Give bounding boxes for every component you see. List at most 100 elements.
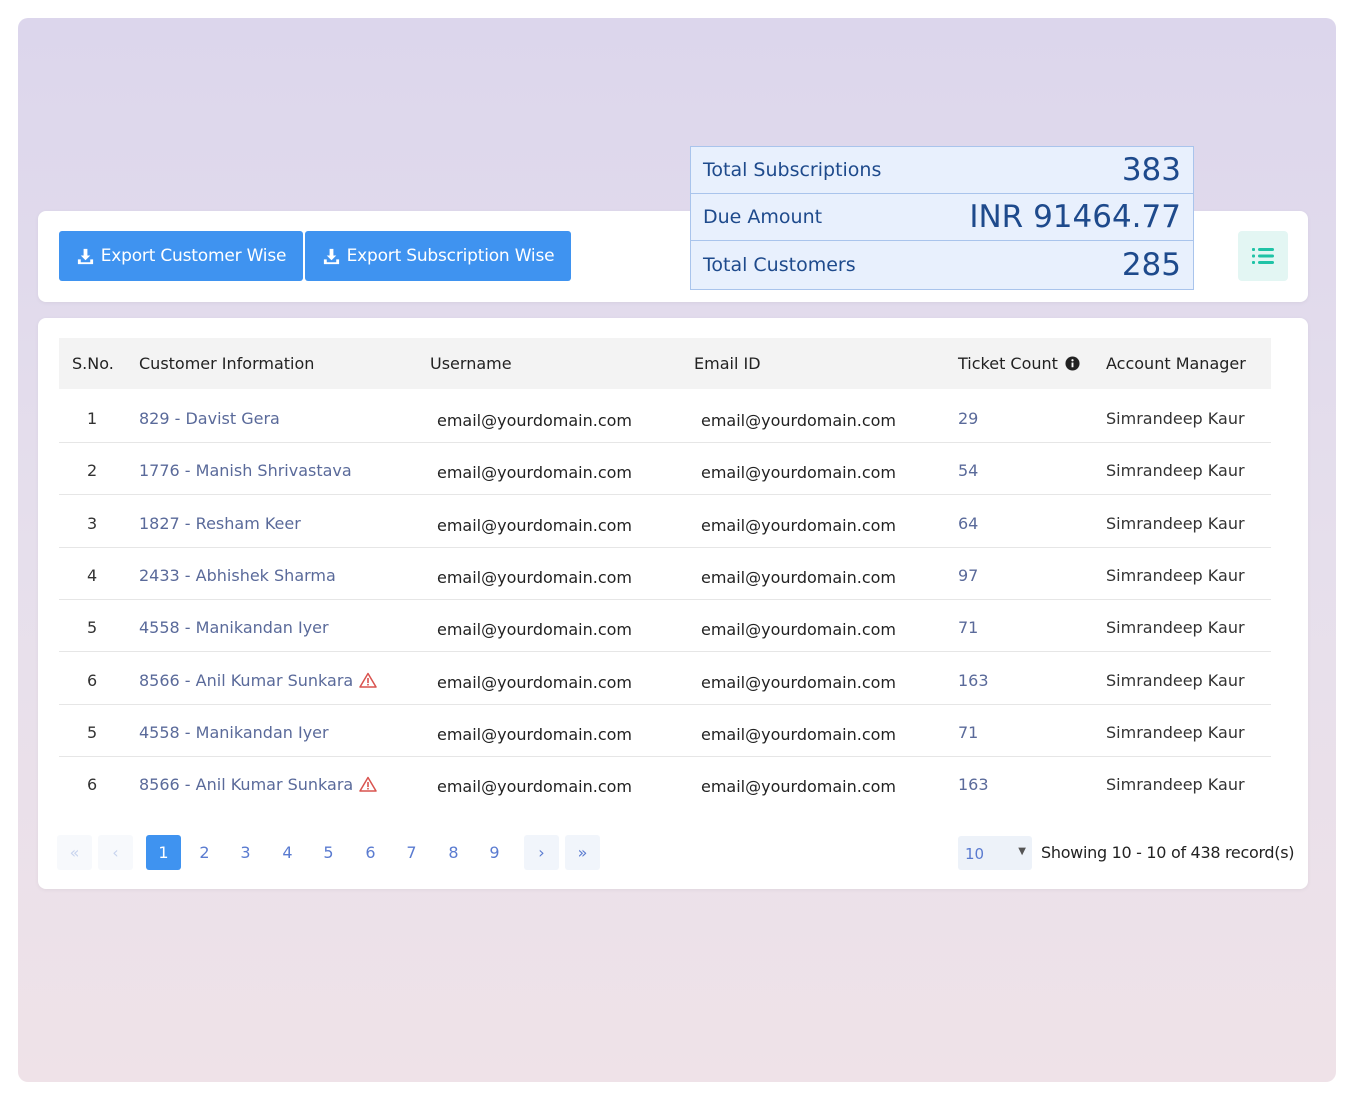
pagination-page[interactable]: 5 <box>311 835 346 870</box>
header-customer-information: Customer Information <box>139 354 315 373</box>
page-size-value: 10 <box>965 845 985 863</box>
username-cell: email@yourdomain.com <box>437 673 632 692</box>
table-row: 6 8566 - Anil Kumar Sunkara email@yourdoma… <box>59 757 1271 809</box>
email-cell: email@yourdomain.com <box>701 463 896 482</box>
pagination-page[interactable]: 3 <box>228 835 263 870</box>
username-cell: email@yourdomain.com <box>437 725 632 744</box>
export-customer-label: Export Customer Wise <box>100 246 287 266</box>
header-ticket-count-label: Ticket Count <box>958 354 1058 373</box>
account-manager-cell: Simrandeep Kaur <box>1106 409 1245 428</box>
header-username: Username <box>430 354 512 373</box>
pagination-page[interactable]: 1 <box>146 835 181 870</box>
export-subscription-wise-button[interactable]: Export Subscription Wise <box>305 231 571 281</box>
account-manager-cell: Simrandeep Kaur <box>1106 566 1245 585</box>
pagination-page[interactable]: 2 <box>187 835 222 870</box>
summary-label: Total Customers <box>703 253 856 276</box>
list-view-button[interactable] <box>1238 231 1288 281</box>
summary-value: 383 <box>1121 152 1181 188</box>
caret-down-icon: ▼ <box>1018 846 1026 857</box>
ticket-count-link[interactable]: 71 <box>958 618 978 637</box>
customer-link[interactable]: 2433 - Abhishek Sharma <box>139 566 336 585</box>
row-sno: 6 <box>87 775 98 794</box>
summary-value: INR 91464.77 <box>969 199 1181 235</box>
customer-link[interactable]: 4558 - Manikandan Iyer <box>139 723 329 742</box>
row-sno: 5 <box>87 723 98 742</box>
customer-link[interactable]: 8566 - Anil Kumar Sunkara <box>139 671 377 690</box>
row-sno: 3 <box>87 514 98 533</box>
email-cell: email@yourdomain.com <box>701 673 896 692</box>
pagination-first[interactable]: « <box>57 835 92 870</box>
ticket-count-link[interactable]: 97 <box>958 566 978 585</box>
page-size-select[interactable]: 10 ▼ <box>958 836 1032 870</box>
email-cell: email@yourdomain.com <box>701 725 896 744</box>
email-cell: email@yourdomain.com <box>701 568 896 587</box>
customer-link[interactable]: 1776 - Manish Shrivastava <box>139 461 352 480</box>
ticket-count-link[interactable]: 163 <box>958 775 989 794</box>
username-cell: email@yourdomain.com <box>437 516 632 535</box>
row-sno: 2 <box>87 461 98 480</box>
table-row: 3 1827 - Resham Keer email@yourdomain.com e… <box>59 496 1271 548</box>
row-sno: 1 <box>87 409 98 428</box>
email-cell: email@yourdomain.com <box>701 411 896 430</box>
summary-row-total-subscriptions: Total Subscriptions 383 <box>691 147 1193 194</box>
summary-row-due-amount: Due Amount INR 91464.77 <box>691 194 1193 241</box>
pagination-page[interactable]: 4 <box>270 835 305 870</box>
customer-link[interactable]: 4558 - Manikandan Iyer <box>139 618 329 637</box>
summary-value: 285 <box>1121 246 1181 283</box>
header-sno: S.No. <box>72 354 114 373</box>
export-customer-wise-button[interactable]: Export Customer Wise <box>59 231 303 281</box>
export-subscription-label: Export Subscription Wise <box>346 246 555 266</box>
summary-label: Due Amount <box>703 206 823 228</box>
email-cell: email@yourdomain.com <box>701 620 896 639</box>
pagination-prev[interactable]: ‹ <box>98 835 133 870</box>
username-cell: email@yourdomain.com <box>437 568 632 587</box>
warning-icon <box>359 672 377 688</box>
header-ticket-count: Ticket Count <box>958 354 1080 373</box>
customer-link[interactable]: 829 - Davist Gera <box>139 409 280 428</box>
header-email-id: Email ID <box>694 354 761 373</box>
table-row: 2 1776 - Manish Shrivastava email@yourdoma… <box>59 443 1271 495</box>
summary-panel: Total Subscriptions 383 Due Amount INR 9… <box>690 146 1194 290</box>
records-summary: Showing 10 - 10 of 438 record(s) <box>1041 843 1295 862</box>
ticket-count-link[interactable]: 163 <box>958 671 989 690</box>
username-cell: email@yourdomain.com <box>437 620 632 639</box>
pagination-page[interactable]: 7 <box>394 835 429 870</box>
summary-row-total-customers: Total Customers 285 <box>691 241 1193 288</box>
account-manager-cell: Simrandeep Kaur <box>1106 461 1245 480</box>
account-manager-cell: Simrandeep Kaur <box>1106 671 1245 690</box>
ticket-count-link[interactable]: 54 <box>958 461 978 480</box>
summary-label: Total Subscriptions <box>703 159 882 181</box>
ticket-count-link[interactable]: 64 <box>958 514 978 533</box>
header-account-manager: Account Manager <box>1106 354 1246 373</box>
pagination-page[interactable]: 6 <box>353 835 388 870</box>
account-manager-cell: Simrandeep Kaur <box>1106 618 1245 637</box>
pagination-page[interactable]: 8 <box>436 835 471 870</box>
row-sno: 4 <box>87 566 98 585</box>
account-manager-cell: Simrandeep Kaur <box>1106 775 1245 794</box>
username-cell: email@yourdomain.com <box>437 463 632 482</box>
pagination-page[interactable]: 9 <box>477 835 512 870</box>
email-cell: email@yourdomain.com <box>701 516 896 535</box>
customer-link[interactable]: 8566 - Anil Kumar Sunkara <box>139 775 377 794</box>
email-cell: email@yourdomain.com <box>701 777 896 796</box>
table-row: 1 829 - Davist Gera email@yourdomain.com em… <box>59 391 1271 443</box>
row-sno: 6 <box>87 671 98 690</box>
info-icon[interactable] <box>1065 356 1080 371</box>
table-row: 4 2433 - Abhishek Sharma email@yourdomain.… <box>59 548 1271 600</box>
pagination-last[interactable]: » <box>565 835 600 870</box>
table-row: 5 4558 - Manikandan Iyer email@yourdomain.… <box>59 600 1271 652</box>
table-header: S.No. Customer Information Username Emai… <box>59 338 1271 389</box>
list-icon <box>1252 248 1274 264</box>
ticket-count-link[interactable]: 71 <box>958 723 978 742</box>
ticket-count-link[interactable]: 29 <box>958 409 978 428</box>
download-icon <box>77 248 93 264</box>
username-cell: email@yourdomain.com <box>437 411 632 430</box>
account-manager-cell: Simrandeep Kaur <box>1106 723 1245 742</box>
account-manager-cell: Simrandeep Kaur <box>1106 514 1245 533</box>
row-sno: 5 <box>87 618 98 637</box>
pagination-next[interactable]: › <box>524 835 559 870</box>
warning-icon <box>359 776 377 792</box>
customer-link[interactable]: 1827 - Resham Keer <box>139 514 301 533</box>
username-cell: email@yourdomain.com <box>437 777 632 796</box>
table-row: 6 8566 - Anil Kumar Sunkara email@yourdoma… <box>59 653 1271 705</box>
